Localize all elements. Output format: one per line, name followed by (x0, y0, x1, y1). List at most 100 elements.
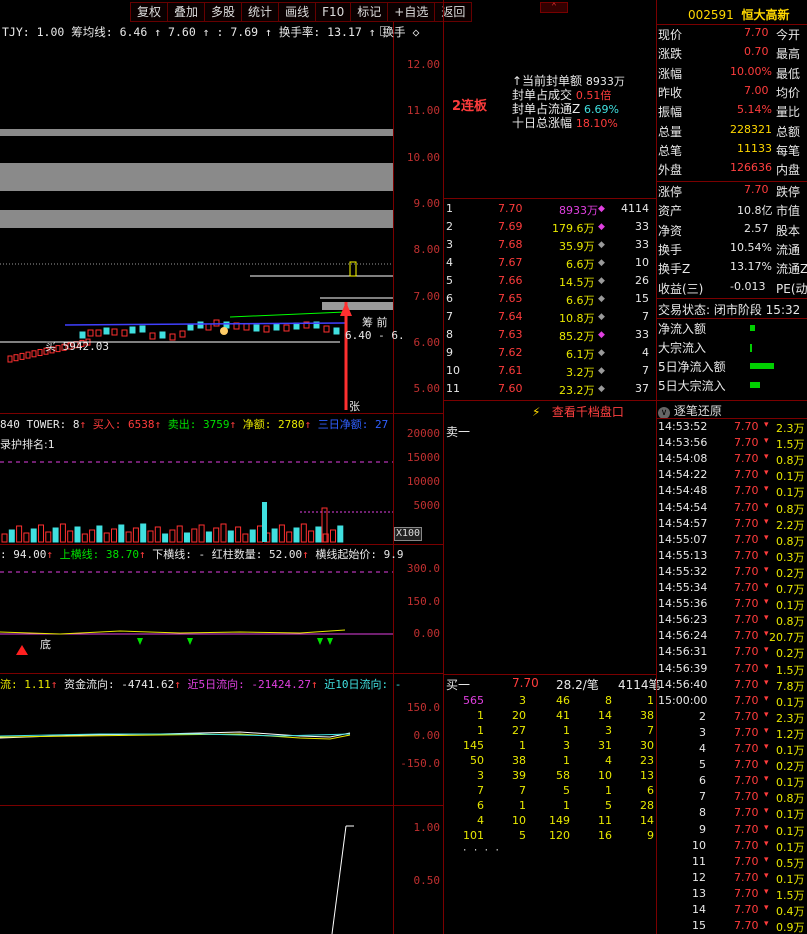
tick-volume: 0.1万 (776, 840, 805, 854)
down-arrow-icon: ▾ (764, 613, 769, 624)
tick-time: 9 (699, 822, 706, 836)
tick-price: 7.70 (734, 500, 759, 514)
ind1-chart[interactable] (0, 560, 393, 672)
down-arrow-icon: ▾ (764, 709, 769, 720)
quote-value: 2.57 (744, 221, 769, 235)
tick-price: 7.70 (734, 452, 759, 466)
candle (273, 323, 280, 331)
tick-price: 7.70 (734, 709, 759, 723)
level-volume: 8933万 (559, 204, 598, 217)
level-number: 1 (446, 202, 453, 215)
tick-time: 15 (692, 919, 706, 933)
down-arrow-icon: ▾ (764, 693, 769, 704)
quote-label: 振幅 (658, 105, 683, 120)
queue-cell: 9 (647, 829, 654, 842)
down-arrow-icon: ▾ (764, 420, 769, 430)
y-tick: 5000 (413, 499, 441, 512)
quote-label: 股本 (776, 223, 801, 238)
tick-price: 7.70 (734, 484, 759, 498)
level-count: 15 (635, 292, 649, 305)
y-tick: 300.0 (406, 562, 440, 575)
level-volume: 35.9万 (559, 240, 595, 253)
volume-chart[interactable] (0, 450, 393, 545)
queue-cell: 101 (463, 829, 484, 842)
qiandang-link[interactable]: ⚡ 查看千档盘口 (532, 403, 624, 420)
quote-label: 外盘 (658, 163, 683, 178)
bid-level-row: 8 7.63 85.2万 ◆ 33 (444, 328, 656, 344)
lianban-label: 2连板 (452, 99, 488, 114)
y-tick: 10000 (406, 475, 440, 488)
tick-volume: 0.3万 (776, 550, 805, 564)
queue-cell: 8 (605, 694, 612, 707)
ma-line (229, 311, 346, 318)
tick-time: 11 (692, 854, 706, 868)
queue-cell: 3 (477, 769, 484, 782)
volume-bar (257, 525, 263, 543)
level-volume: 6.1万 (566, 348, 595, 361)
tick-time: 5 (699, 758, 706, 772)
diamond-icon: ◆ (598, 366, 605, 376)
tick-volume: 0.8万 (776, 502, 805, 516)
volume-bar (262, 502, 267, 542)
tick-price: 7.70 (734, 581, 759, 594)
tick-volume: 0.4万 (776, 905, 805, 918)
tick-volume: 1.5万 (776, 438, 805, 452)
volume-bar (300, 523, 307, 543)
candle (7, 355, 13, 363)
level-price: 7.62 (498, 346, 523, 359)
tick-volume: 7.8万 (776, 679, 805, 693)
order-panel: ⌃ 2连板 ↑当前封单额 8933万 封单占成交 0.51倍 封单占流通Z 6.… (444, 0, 661, 934)
volume-bar (227, 530, 234, 543)
volume-bar (59, 523, 66, 543)
tick-volume: 0.8万 (776, 792, 805, 806)
candle (243, 323, 250, 331)
tick-volume: 0.1万 (776, 744, 805, 757)
volume-bar (140, 523, 147, 543)
volume-bar (220, 523, 227, 543)
y-tick: 20000 (406, 427, 440, 440)
down-arrow-icon: ▾ (764, 774, 769, 785)
tick-time: 14:55:13 (658, 548, 708, 562)
stat-label: 十日总涨幅 (512, 116, 576, 130)
tick-time: 14:56:31 (658, 645, 708, 659)
queue-cell: 6 (477, 799, 484, 812)
queue-cell: 149 (549, 814, 570, 827)
tick-time: 14:55:36 (658, 597, 708, 611)
candle (349, 261, 357, 277)
volume-bar (176, 525, 183, 543)
kline-chart[interactable] (0, 40, 393, 410)
ind3-chart[interactable] (0, 806, 393, 934)
bid-level-row: 7 7.64 10.8万 ◆ 7 (444, 310, 656, 326)
volume-bar (191, 528, 198, 543)
tick-price: 7.70 (734, 806, 759, 820)
kline-header: TJY: 1.00 筹均线: 6.46 ↑ 7.60 ↑ : 7.69 ↑ 换手… (2, 25, 420, 39)
tick-title[interactable]: ∨ 逐笔还原 (658, 402, 722, 419)
ind3-line (331, 825, 347, 934)
tick-volume: 0.2万 (776, 647, 805, 661)
volume-bar (278, 524, 285, 543)
queue-more[interactable]: · · · · (462, 846, 500, 856)
y-tick: 11.00 (406, 104, 440, 118)
queue-cell: 11 (598, 814, 612, 827)
kline-scroll-icon[interactable] (380, 26, 390, 36)
quote-label: 跌停 (776, 185, 801, 199)
ma-line (64, 322, 346, 326)
tick-volume: 0.9万 (776, 921, 805, 934)
down-arrow-icon: ▾ (764, 661, 769, 672)
candle (333, 327, 340, 335)
collapse-button[interactable]: ⌃ (540, 2, 568, 13)
ind2-chart[interactable] (0, 690, 393, 802)
queue-cell: 7 (477, 784, 484, 797)
queue-cell: 20 (512, 709, 526, 722)
quote-label: PE(动 (776, 281, 807, 296)
level-price: 7.68 (498, 238, 523, 251)
volume-bar (271, 528, 278, 543)
queue-cell: 1 (563, 754, 570, 767)
zhang-label: 张 (349, 400, 360, 413)
tick-price: 7.70 (734, 420, 759, 433)
down-arrow-icon: ▾ (764, 564, 769, 575)
level-number: 2 (446, 220, 453, 233)
down-arrow-icon: ▾ (764, 790, 769, 801)
chart-panel[interactable]: TJY: 1.00 筹均线: 6.46 ↑ 7.60 ↑ : 7.69 ↑ 换手… (0, 0, 444, 934)
down-arrow-icon (317, 638, 323, 645)
